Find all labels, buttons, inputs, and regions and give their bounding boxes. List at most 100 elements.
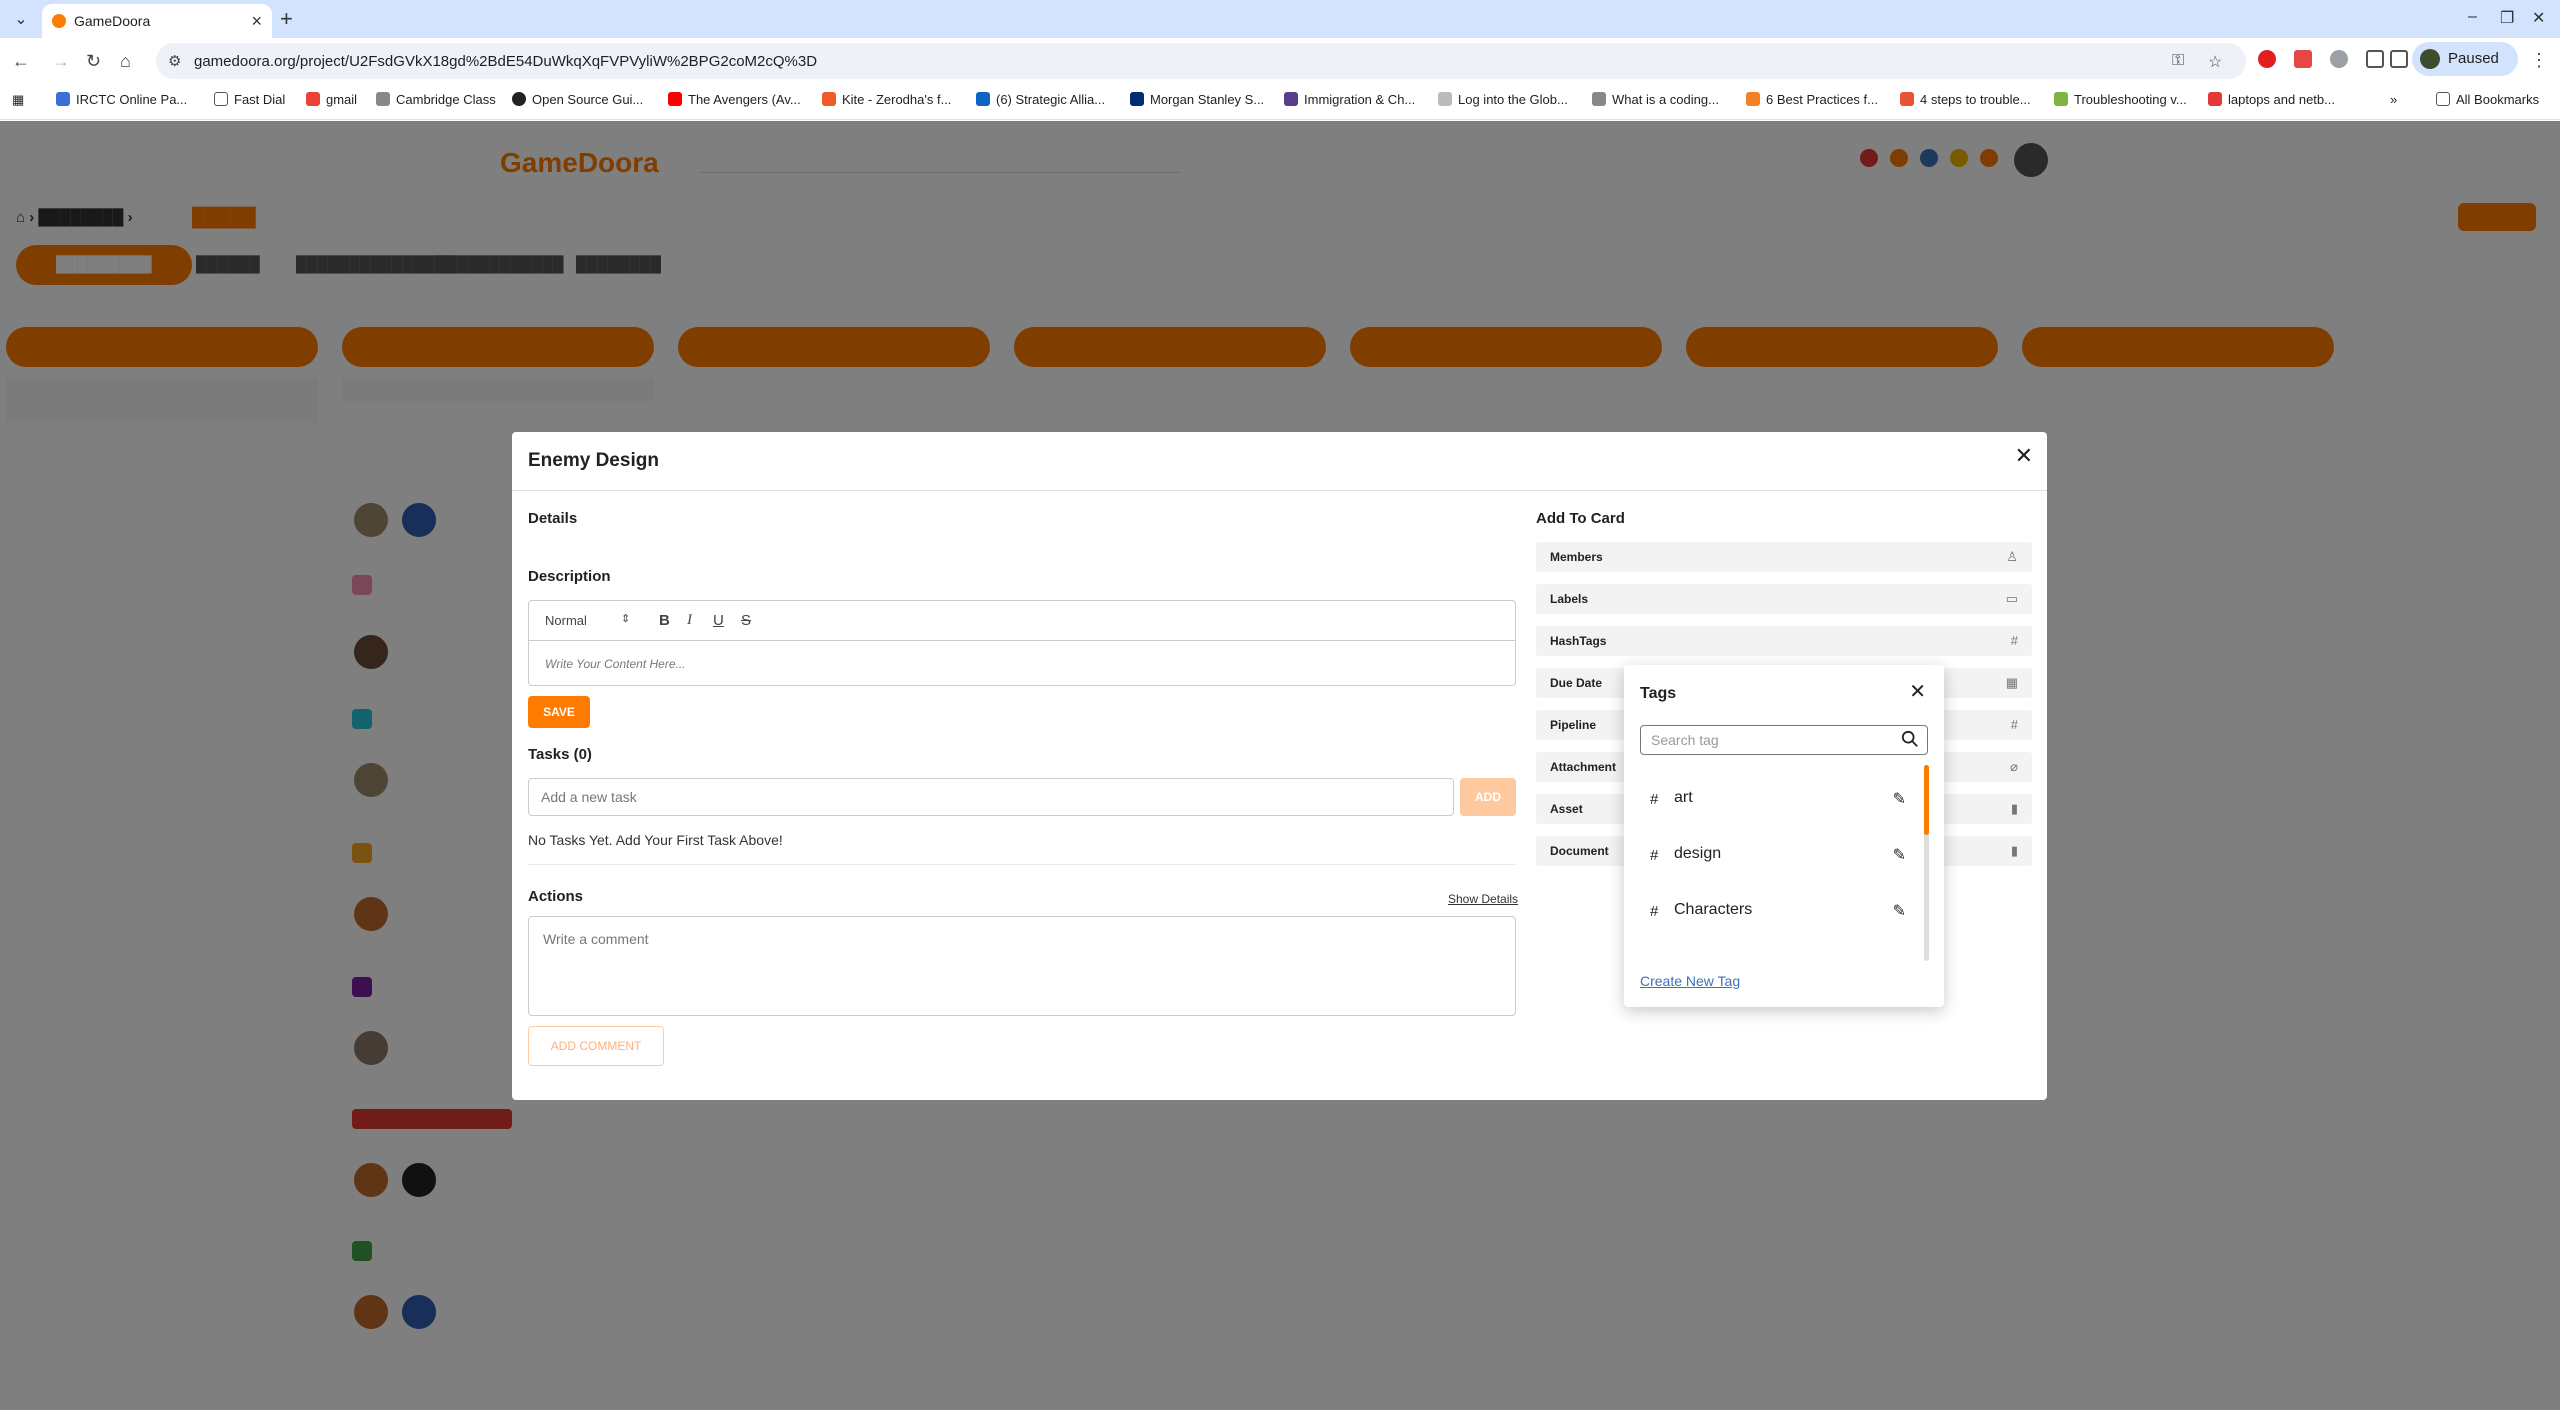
hash-icon: # <box>2010 633 2018 648</box>
modal-close-icon[interactable]: ✕ <box>2015 444 2033 468</box>
save-button[interactable]: SAVE <box>528 696 590 728</box>
hashtags-label: HashTags <box>1550 634 1607 648</box>
extension-opera-icon[interactable] <box>2258 50 2276 68</box>
restore-icon[interactable]: ❐ <box>2500 8 2514 28</box>
bookmark-favicon-icon <box>1438 92 1452 106</box>
back-arrow-icon[interactable]: ← <box>12 50 30 72</box>
search-icon[interactable] <box>1901 730 1919 748</box>
tab-search-chevron-icon[interactable]: ⌄ <box>10 9 32 31</box>
format-select-caret-icon[interactable]: ⇕ <box>621 612 630 625</box>
scrollbar-thumb[interactable] <box>1924 765 1929 835</box>
tab-close-icon[interactable]: × <box>251 11 262 31</box>
apps-grid-icon[interactable]: ▦ <box>12 92 24 108</box>
extension-shield-icon[interactable] <box>2330 50 2348 68</box>
labels-button[interactable]: Labels ▭ <box>1536 584 2032 614</box>
new-tab-plus-icon[interactable]: + <box>280 6 293 32</box>
address-bar[interactable]: ⚙ gamedoora.org/project/U2FsdGVkX18gd%2B… <box>156 43 2246 79</box>
show-details-link[interactable]: Show Details <box>1448 892 1518 906</box>
labels-label: Labels <box>1550 592 1589 606</box>
hashtags-button[interactable]: HashTags # <box>1536 626 2032 656</box>
bookmark-item[interactable]: Fast Dial <box>214 92 285 107</box>
attachment-label: Attachment <box>1550 760 1617 774</box>
kite-icon <box>822 92 836 106</box>
tag-list-scrollbar[interactable] <box>1924 765 1929 961</box>
browser-menu-icon[interactable]: ⋮ <box>2530 50 2548 71</box>
bookmark-item[interactable]: laptops and netb... <box>2208 92 2335 107</box>
extensions-puzzle-icon[interactable] <box>2366 50 2384 68</box>
bookmark-favicon-icon <box>2208 92 2222 106</box>
actions-heading: Actions <box>528 888 584 905</box>
add-comment-button[interactable]: ADD COMMENT <box>528 1026 664 1066</box>
bookmark-item[interactable]: Log into the Glob... <box>1438 92 1568 107</box>
bookmark-item[interactable]: Cambridge Class <box>376 92 496 107</box>
forward-arrow-icon[interactable]: → <box>52 50 70 72</box>
bookmark-item[interactable]: Open Source Gui... <box>512 92 643 107</box>
bold-button[interactable]: B <box>659 612 670 629</box>
reload-icon[interactable]: ↻ <box>86 50 101 72</box>
details-heading: Details <box>528 510 578 527</box>
pencil-edit-icon[interactable]: ✎ <box>1893 845 1906 865</box>
bookmark-item[interactable]: The Avengers (Av... <box>668 92 801 107</box>
pencil-edit-icon[interactable]: ✎ <box>1893 789 1906 809</box>
side-panel-icon[interactable] <box>2390 50 2408 68</box>
hash-icon: # <box>1650 903 1659 920</box>
bookmark-favicon-icon <box>376 92 390 106</box>
bookmark-item[interactable]: 4 steps to trouble... <box>1900 92 2031 107</box>
bookmark-item[interactable]: Immigration & Ch... <box>1284 92 1415 107</box>
tag-name[interactable]: art <box>1674 789 1693 807</box>
hash-icon: # <box>2010 717 2018 732</box>
bookmark-item[interactable]: IRCTC Online Pa... <box>56 92 187 107</box>
underline-button[interactable]: U <box>713 612 724 629</box>
bookmark-item[interactable]: What is a coding... <box>1592 92 1719 107</box>
home-icon[interactable]: ⌂ <box>120 50 131 72</box>
bookmark-item[interactable]: Troubleshooting v... <box>2054 92 2187 107</box>
minimize-icon[interactable]: – <box>2468 8 2477 26</box>
password-key-icon[interactable]: ⚿ <box>2172 52 2184 70</box>
bookmark-item[interactable]: (6) Strategic Allia... <box>976 92 1105 107</box>
add-to-card-heading: Add To Card <box>1536 510 1625 527</box>
all-bookmarks[interactable]: All Bookmarks <box>2436 92 2539 107</box>
browser-tab-strip: ⌄ GameDoora × + – ❐ ✕ <box>0 0 2560 38</box>
tag-item[interactable]: # design ✎ <box>1640 835 1916 875</box>
comment-input[interactable]: Write a comment <box>528 916 1516 1016</box>
section-divider <box>528 864 1516 865</box>
asset-label: Asset <box>1550 802 1583 816</box>
create-new-tag-link[interactable]: Create New Tag <box>1640 973 1740 989</box>
tag-item[interactable]: # art ✎ <box>1640 779 1916 819</box>
extension-video-icon[interactable] <box>2294 50 2312 68</box>
italic-button[interactable]: I <box>687 612 692 629</box>
pencil-edit-icon[interactable]: ✎ <box>1893 901 1906 921</box>
new-task-input[interactable]: Add a new task <box>528 778 1454 816</box>
format-select[interactable]: Normal <box>545 613 587 628</box>
youtube-icon <box>668 92 682 106</box>
bookmark-item[interactable]: Morgan Stanley S... <box>1130 92 1264 107</box>
tag-item[interactable]: # Characters ✎ <box>1640 891 1916 931</box>
tag-name[interactable]: Characters <box>1674 901 1752 919</box>
editor-placeholder[interactable]: Write Your Content Here... <box>545 657 686 671</box>
tag-search-input[interactable]: Search tag <box>1640 725 1928 755</box>
profile-button[interactable]: Paused <box>2412 42 2518 76</box>
bookmark-favicon-icon <box>1746 92 1760 106</box>
bookmarks-overflow-icon[interactable]: » <box>2390 92 2397 107</box>
bookmark-item[interactable]: Kite - Zerodha's f... <box>822 92 951 107</box>
bookmark-item[interactable]: 6 Best Practices f... <box>1746 92 1878 107</box>
window-close-icon[interactable]: ✕ <box>2532 8 2545 28</box>
bookmark-item[interactable]: gmail <box>306 92 357 107</box>
profile-avatar <box>2420 49 2440 69</box>
members-button[interactable]: Members ♙ <box>1536 542 2032 572</box>
site-info-icon[interactable]: ⚙ <box>168 52 181 70</box>
bookmark-favicon-icon <box>1284 92 1298 106</box>
members-label: Members <box>1550 550 1603 564</box>
label-icon: ▭ <box>2005 591 2018 606</box>
browser-toolbar: ← → ↻ ⌂ ⚙ gamedoora.org/project/U2FsdGVk… <box>0 38 2560 84</box>
browser-tab[interactable]: GameDoora × <box>42 4 272 38</box>
add-task-button[interactable]: ADD <box>1460 778 1516 816</box>
bookmark-star-icon[interactable]: ☆ <box>2208 52 2222 72</box>
strikethrough-button[interactable]: S <box>741 612 751 629</box>
paperclip-icon: ⌀ <box>2010 759 2018 774</box>
description-editor[interactable]: Normal ⇕ B I U S Write Your Content Here… <box>528 600 1516 686</box>
profile-status: Paused <box>2448 50 2499 67</box>
url-text[interactable]: gamedoora.org/project/U2FsdGVkX18gd%2BdE… <box>194 53 817 70</box>
tags-close-icon[interactable]: ✕ <box>1909 681 1926 703</box>
tag-name[interactable]: design <box>1674 845 1721 863</box>
